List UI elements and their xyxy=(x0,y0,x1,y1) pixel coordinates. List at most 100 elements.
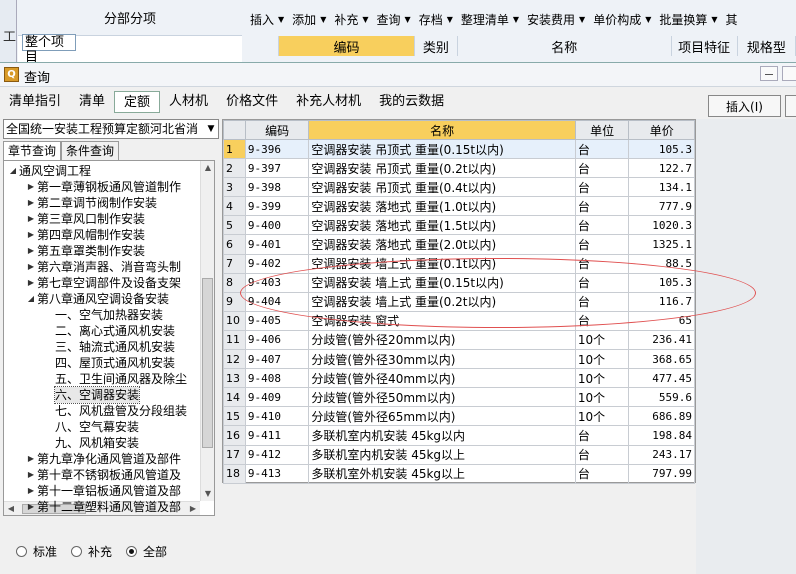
table-row[interactable]: 16 9-411 多联机室内机安装 45kg以内台 198.84 xyxy=(223,425,695,446)
tree-node[interactable]: ◢ 通风空调工程 xyxy=(8,163,91,179)
collapse-icon[interactable]: ◢ xyxy=(26,291,36,307)
tree-node[interactable]: ▶ 第六章消声器、消音弯头制 xyxy=(26,259,181,275)
insert-button[interactable]: 插入(I) xyxy=(708,95,781,117)
table-row[interactable]: 18 9-413 多联机室外机安装 45kg以上台 797.99 xyxy=(223,463,695,484)
table-row[interactable]: 14 9-409 分歧管(管外径50mm以内) 10个 559.6 xyxy=(223,387,695,408)
tab-item[interactable]: 清单 xyxy=(70,91,114,113)
tree-node[interactable]: 五、卫生间通风器及除尘 xyxy=(44,371,187,387)
scroll-right-icon[interactable]: ▶ xyxy=(186,502,200,515)
toolbar-button[interactable]: 其 xyxy=(726,11,738,28)
expand-icon[interactable]: ▶ xyxy=(26,195,36,211)
expand-icon[interactable]: ▶ xyxy=(26,467,36,483)
background-grid-header: 名称 xyxy=(458,36,672,56)
toolbar-button[interactable]: 查询 ▼ xyxy=(377,11,411,28)
tab-item[interactable]: 我的云数据 xyxy=(370,91,453,113)
table-row[interactable]: 6 9-401 空调器安装 落地式 重量(2.0t以内) 台 1325.1 xyxy=(223,234,695,255)
radio-button-icon[interactable] xyxy=(126,546,138,557)
table-row[interactable]: 11 9-406 分歧管(管外径20mm以内) 10个 236.41 xyxy=(223,329,695,351)
filter-radio[interactable]: 补充 xyxy=(71,543,112,560)
tab-item[interactable]: 清单指引 xyxy=(0,91,70,113)
table-row[interactable]: 3 9-398 空调器安装 吊顶式 重量(0.4t以内) 台 134.1 xyxy=(223,177,695,198)
table-row[interactable]: 1 9-396 空调器安装 吊顶式 重量(0.15t以内) 台 105.3 xyxy=(223,138,695,160)
tree-node[interactable]: ▶ 第十一章铝板通风管道及部 xyxy=(26,483,181,499)
filter-radio[interactable]: 标准 xyxy=(16,543,57,560)
toolbar-button[interactable]: 批量换算 ▼ xyxy=(659,11,717,28)
table-row[interactable]: 7 9-402 空调器安装 墙上式 重量(0.1t以内) 台 88.5 xyxy=(223,253,695,274)
chevron-down-icon[interactable]: ▼ xyxy=(203,119,219,139)
quota-code: 9-408 xyxy=(244,368,310,389)
tree-node[interactable]: 三、轴流式通风机安装 xyxy=(44,339,175,355)
grid-column-header[interactable]: 单价 xyxy=(628,120,695,140)
extra-button[interactable] xyxy=(785,95,796,117)
expand-icon[interactable]: ▶ xyxy=(26,499,36,515)
tree-vertical-thumb[interactable] xyxy=(202,278,213,448)
toolbar-button[interactable]: 单价构成 ▼ xyxy=(593,11,651,28)
expand-icon[interactable]: ▶ xyxy=(26,275,36,291)
tab-item[interactable]: 价格文件 xyxy=(217,91,287,113)
tree-node[interactable]: 六、空调器安装 xyxy=(44,386,141,404)
left-subtab[interactable]: 条件查询 xyxy=(61,141,120,160)
maximize-button[interactable] xyxy=(782,66,796,81)
toolbar-button[interactable]: 添加 ▼ xyxy=(292,11,326,28)
row-number: 9 xyxy=(223,291,246,312)
tree-node[interactable]: 七、风机盘管及分段组装 xyxy=(44,403,187,419)
table-row[interactable]: 8 9-403 空调器安装 墙上式 重量(0.15t以内) 台 105.3 xyxy=(223,272,695,293)
toolbar-button[interactable]: 插入 ▼ xyxy=(250,11,284,28)
expand-icon[interactable]: ▶ xyxy=(26,179,36,195)
radio-button-icon[interactable] xyxy=(71,546,83,557)
expand-icon[interactable]: ▶ xyxy=(26,211,36,227)
table-row[interactable]: 12 9-407 分歧管(管外径30mm以内) 10个 368.65 xyxy=(223,349,695,370)
tree-node[interactable]: ▶ 第五章罩类制作安装 xyxy=(26,243,145,259)
quota-code: 9-412 xyxy=(244,444,310,465)
expand-icon[interactable]: ▶ xyxy=(26,259,36,275)
tab-item[interactable]: 补充人材机 xyxy=(287,91,370,113)
table-row[interactable]: 15 9-410 分歧管(管外径65mm以内) 10个 686.89 xyxy=(223,406,695,427)
tree-node[interactable]: ▶ 第十章不锈钢板通风管道及 xyxy=(26,467,181,483)
tree-node[interactable]: 四、屋顶式通风机安装 xyxy=(44,355,175,371)
tree-node[interactable]: 二、离心式通风机安装 xyxy=(44,323,175,339)
table-row[interactable]: 17 9-412 多联机室内机安装 45kg以上台 243.17 xyxy=(223,444,695,465)
radio-button-icon[interactable] xyxy=(16,546,27,557)
grid-column-header[interactable]: 名称 xyxy=(308,120,576,140)
toolbar-button[interactable]: 整理清单 ▼ xyxy=(461,11,519,28)
tree-node[interactable]: ▶ 第七章空调部件及设备支架 xyxy=(26,275,181,291)
expand-icon[interactable]: ▶ xyxy=(26,483,36,499)
tree-node[interactable]: ◢ 第八章通风空调设备安装 xyxy=(26,291,169,307)
filter-radio[interactable]: 全部 xyxy=(126,543,167,560)
collapse-icon[interactable]: ◢ xyxy=(8,163,18,179)
grid-column-header[interactable]: 单位 xyxy=(574,120,630,140)
quota-library-select[interactable]: 全国统一安装工程预算定额河北省消 xyxy=(3,119,219,139)
tree-node[interactable]: 八、空气幕安装 xyxy=(44,419,139,435)
tree-node[interactable]: ▶ 第二章调节阀制作安装 xyxy=(26,195,157,211)
toolbar-button[interactable]: 安装费用 ▼ xyxy=(527,11,585,28)
scroll-up-icon[interactable]: ▲ xyxy=(201,161,214,175)
tree-node[interactable]: ▶ 第十二章塑料通风管道及部 xyxy=(26,499,181,515)
toolbar-button[interactable]: 存档 ▼ xyxy=(419,11,453,28)
table-row[interactable]: 9 9-404 空调器安装 墙上式 重量(0.2t以内) 台 116.7 xyxy=(223,291,695,312)
tab-item[interactable]: 人材机 xyxy=(160,91,217,113)
tree-node[interactable]: ▶ 第四章风帽制作安装 xyxy=(26,227,145,243)
expand-icon[interactable]: ▶ xyxy=(26,227,36,243)
table-row[interactable]: 13 9-408 分歧管(管外径40mm以内) 10个 477.45 xyxy=(223,368,695,389)
scroll-down-icon[interactable]: ▼ xyxy=(201,487,214,501)
left-subtab[interactable]: 章节查询 xyxy=(3,141,62,160)
grid-column-header[interactable]: 编码 xyxy=(244,120,310,140)
tree-node[interactable]: ▶ 第三章风口制作安装 xyxy=(26,211,145,227)
tree-vertical-scrollbar[interactable]: ▲ ▼ xyxy=(200,161,214,501)
tree-node[interactable]: 一、空气加热器安装 xyxy=(44,307,163,323)
tab-item[interactable]: 定额 xyxy=(114,91,161,113)
expand-icon[interactable]: ▶ xyxy=(26,451,36,467)
table-row[interactable]: 5 9-400 空调器安装 落地式 重量(1.5t以内) 台 1020.3 xyxy=(223,215,695,236)
table-row[interactable]: 2 9-397 空调器安装 吊顶式 重量(0.2t以内) 台 122.7 xyxy=(223,158,695,179)
expand-icon[interactable]: ▶ xyxy=(26,243,36,259)
tree-node-label: 第四章风帽制作安装 xyxy=(37,228,146,242)
background-section-item[interactable]: 整个项目 xyxy=(22,34,76,65)
minimize-button[interactable] xyxy=(760,66,778,81)
tree-node[interactable]: ▶ 第一章薄钢板通风管道制作 xyxy=(26,179,181,195)
tree-node[interactable]: 九、风机箱安装 xyxy=(44,435,139,451)
tree-node[interactable]: ▶ 第九章净化通风管道及部件 xyxy=(26,451,181,467)
scroll-left-icon[interactable]: ◀ xyxy=(4,502,18,515)
table-row[interactable]: 4 9-399 空调器安装 落地式 重量(1.0t以内) 台 777.9 xyxy=(223,196,695,217)
toolbar-button[interactable]: 补充 ▼ xyxy=(334,11,368,28)
table-row[interactable]: 10 9-405 空调器安装 窗式台 65 xyxy=(223,310,695,331)
